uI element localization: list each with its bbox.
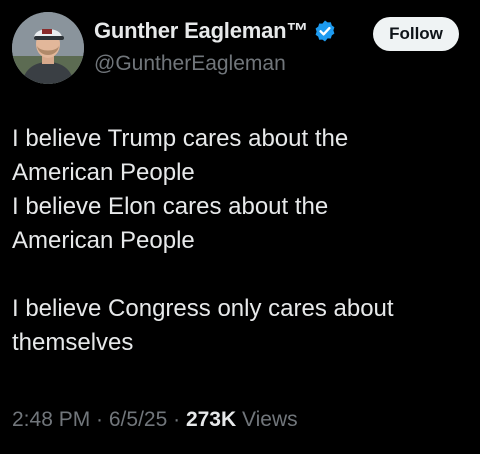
tweet-text-line: themselves bbox=[12, 329, 134, 356]
follow-button[interactable]: Follow bbox=[373, 17, 459, 51]
tweet-text-line: I believe Elon cares about the bbox=[12, 193, 329, 220]
author-name-row: Gunther Eagleman™ bbox=[94, 18, 337, 44]
author-handle[interactable]: @GuntherEagleman bbox=[94, 52, 286, 76]
tweet-text: I believe Trump cares about the American… bbox=[12, 122, 468, 360]
tweet-text-line: I believe Trump cares about the bbox=[12, 125, 349, 152]
tweet-date[interactable]: 6/5/25 bbox=[109, 408, 173, 431]
views-label: Views bbox=[241, 408, 298, 431]
tweet-time[interactable]: 2:48 PM bbox=[12, 408, 96, 431]
paragraph-break bbox=[12, 258, 468, 292]
verified-badge-icon bbox=[315, 20, 335, 42]
meta-separator: · bbox=[173, 408, 186, 431]
tweet-text-line: American People bbox=[12, 227, 195, 254]
display-name[interactable]: Gunther Eagleman™ bbox=[94, 18, 308, 44]
avatar[interactable] bbox=[12, 12, 84, 84]
tweet-meta: 2:48 PM · 6/5/25 · 273K Views bbox=[12, 408, 298, 432]
profile-photo-icon bbox=[12, 12, 84, 84]
views-count[interactable]: 273K bbox=[186, 408, 242, 431]
tweet-text-line: American People bbox=[12, 159, 195, 186]
tweet-text-line: I believe Congress only cares about bbox=[12, 295, 394, 322]
meta-separator: · bbox=[96, 408, 109, 431]
tweet: Gunther Eagleman™ @GuntherEagleman Follo… bbox=[0, 0, 480, 454]
